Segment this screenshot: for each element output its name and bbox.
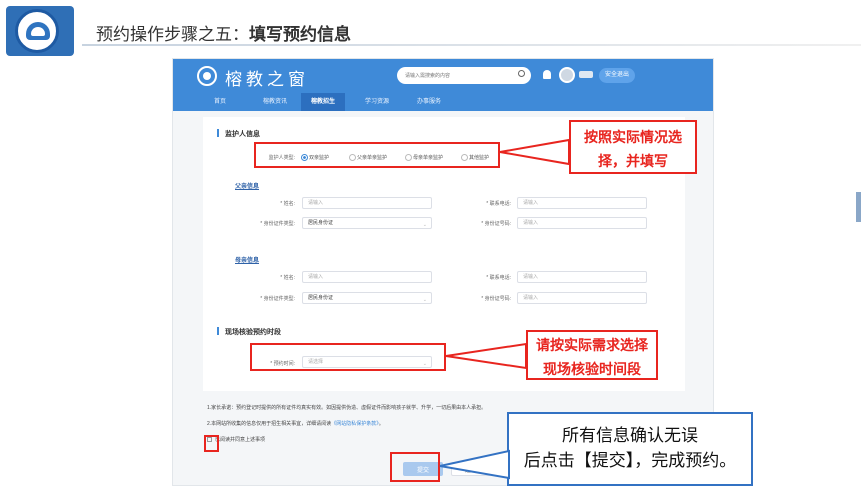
guardian-arrow bbox=[499, 138, 570, 166]
submit-arrow bbox=[439, 449, 510, 480]
callout-arrows bbox=[439, 138, 570, 480]
time-arrow bbox=[445, 342, 527, 370]
slide: 预约操作步骤之五：填写预约信息 榕教之窗 安全退出 首页 榕教资讯 榕教招生 学… bbox=[0, 0, 861, 489]
